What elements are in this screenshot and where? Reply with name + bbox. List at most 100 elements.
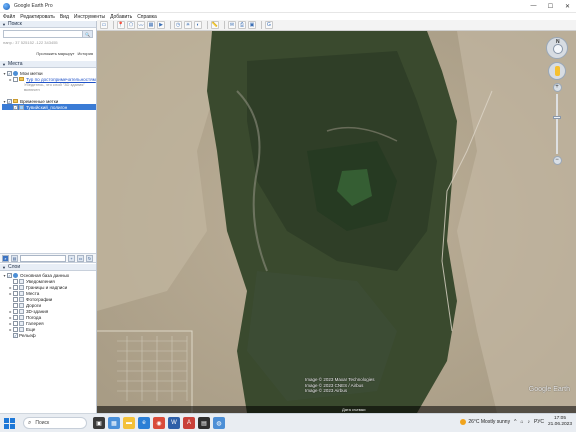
- checkbox[interactable]: [13, 320, 18, 326]
- satellite-imagery: [97, 31, 576, 413]
- places-filter-input[interactable]: [20, 254, 66, 262]
- zoom-thumb[interactable]: [553, 116, 561, 119]
- earth-map-view[interactable]: N + − Image © 2023 Maxar Technologies Im…: [97, 31, 576, 413]
- notification-icon: [19, 278, 24, 284]
- layer-row[interactable]: ✓ Рельеф: [2, 332, 96, 338]
- add-image-overlay-icon[interactable]: ▦: [147, 21, 155, 29]
- checkbox[interactable]: ✓: [7, 70, 12, 76]
- places-panel-header[interactable]: ▼ Места: [0, 61, 96, 68]
- start-button[interactable]: [4, 417, 15, 429]
- acrobat-icon[interactable]: A: [183, 417, 195, 429]
- checkbox[interactable]: ✓: [13, 332, 18, 338]
- layer-label: Уведомления: [26, 278, 55, 284]
- add-icon[interactable]: +: [68, 254, 75, 262]
- planets-icon[interactable]: ◐: [194, 21, 202, 29]
- pegman-icon[interactable]: [555, 66, 560, 76]
- zoom-track[interactable]: [553, 94, 561, 154]
- clock[interactable]: 17:05 21.06.2023: [548, 416, 572, 428]
- checkbox[interactable]: [13, 302, 18, 308]
- checkbox[interactable]: [13, 278, 18, 284]
- sidebar: ▼ Поиск 🔍 напр.: 37 525152 -122 343455 П…: [0, 21, 97, 413]
- store-icon[interactable]: ▤: [198, 417, 210, 429]
- ruler-icon[interactable]: 📏: [211, 21, 219, 29]
- widgets-icon[interactable]: ▦: [108, 417, 120, 429]
- polygon-icon: [19, 104, 24, 110]
- print-icon[interactable]: ⎙: [238, 21, 246, 29]
- add-polygon-icon[interactable]: ⬠: [127, 21, 135, 29]
- zoom-in-button[interactable]: +: [552, 83, 562, 92]
- taskbar-apps: ▣ ▦ ▬ e ◉ W A ▤ ◍: [93, 417, 225, 429]
- checkbox[interactable]: [13, 326, 18, 332]
- record-tour-icon[interactable]: ▶: [157, 21, 165, 29]
- close-button[interactable]: ✕: [559, 0, 576, 12]
- refresh-icon[interactable]: ↻: [86, 254, 93, 262]
- google-maps-icon[interactable]: G: [265, 21, 273, 29]
- more-icon: [19, 326, 24, 332]
- network-icon[interactable]: ⌂: [520, 419, 523, 425]
- checkbox[interactable]: [13, 308, 18, 314]
- menu-edit[interactable]: Редактировать: [20, 14, 55, 20]
- layer-label: Дороги: [26, 302, 42, 308]
- checkbox[interactable]: [13, 314, 18, 320]
- checkbox[interactable]: [13, 76, 18, 82]
- taskbar-search[interactable]: ⌕ Поиск: [23, 417, 87, 429]
- layers-panel-title: Слои: [7, 264, 21, 270]
- chrome-icon[interactable]: ◉: [153, 417, 165, 429]
- selected-item-label: Тувийский_полигон: [26, 104, 68, 110]
- temp-places-label: Временные метки: [20, 98, 59, 104]
- search-input[interactable]: 🔍: [3, 30, 93, 38]
- save-image-icon[interactable]: ▣: [248, 21, 256, 29]
- email-icon[interactable]: ✉: [228, 21, 236, 29]
- menu-file[interactable]: Файл: [3, 14, 15, 20]
- checkbox[interactable]: [13, 290, 18, 296]
- menu-view[interactable]: Вид: [60, 14, 69, 20]
- weather-widget[interactable]: 26°C Mostly sunny: [460, 419, 510, 425]
- google-earth-taskbar-icon[interactable]: ◍: [213, 417, 225, 429]
- historical-imagery-icon[interactable]: ◷: [174, 21, 182, 29]
- layers-panel-header[interactable]: ▼ Слои: [0, 264, 96, 271]
- edge-icon[interactable]: e: [138, 417, 150, 429]
- look-joystick[interactable]: [553, 44, 563, 54]
- route-link[interactable]: Проложить маршрут: [36, 51, 74, 56]
- tree-row-selected-polygon[interactable]: ✓ Тувийский_полигон: [2, 104, 96, 110]
- sunlight-icon[interactable]: ☀: [184, 21, 192, 29]
- sidebar-toggle-icon[interactable]: ▤: [11, 254, 18, 262]
- toolbar-separator: [113, 21, 114, 29]
- layer-label: Границы и надписи: [26, 284, 68, 290]
- move-joystick[interactable]: [548, 62, 566, 80]
- windows-logo-icon: [10, 417, 15, 423]
- folder-icon: [13, 99, 18, 103]
- checkbox[interactable]: ✓: [7, 98, 12, 104]
- zoom-slider[interactable]: + −: [552, 83, 562, 165]
- tour-link[interactable]: Тур по достопримечательностям: [26, 77, 96, 82]
- zoom-out-button[interactable]: −: [552, 156, 562, 165]
- word-icon[interactable]: W: [168, 417, 180, 429]
- weather-text: 26°C Mostly sunny: [468, 419, 511, 425]
- history-link[interactable]: История: [77, 51, 93, 56]
- compass-control[interactable]: N: [546, 37, 568, 59]
- file-explorer-icon[interactable]: ▬: [123, 417, 135, 429]
- tray-arrow-icon[interactable]: ^: [514, 419, 516, 425]
- windows-logo-icon: [4, 417, 9, 423]
- add-placemark-icon[interactable]: 📍: [117, 21, 125, 29]
- language-indicator[interactable]: РУС: [534, 419, 544, 425]
- search-button[interactable]: 🔍: [82, 31, 92, 37]
- photos-icon: [19, 296, 24, 302]
- search-places-icon[interactable]: ⌕: [2, 254, 9, 262]
- imagery-attribution: Image © 2023 Maxar Technologies Image © …: [305, 377, 375, 394]
- layers-tree: ▾ ✓ Основная база данных Уведомления ▸ Г…: [0, 271, 96, 338]
- checkbox[interactable]: [13, 284, 18, 290]
- window-controls: — ☐ ✕: [525, 0, 576, 12]
- volume-icon[interactable]: ♪: [527, 419, 530, 425]
- maximize-button[interactable]: ☐: [542, 0, 559, 12]
- search-panel-header[interactable]: ▼ Поиск: [0, 21, 96, 28]
- minimize-button[interactable]: —: [525, 0, 542, 12]
- add-path-icon[interactable]: 〰: [137, 21, 145, 29]
- checkbox[interactable]: [13, 296, 18, 302]
- hide-sidebar-icon[interactable]: ▭: [100, 21, 108, 29]
- layer-label: Еще: [26, 326, 36, 332]
- checkbox[interactable]: ✓: [7, 272, 12, 278]
- task-view-icon[interactable]: ▣: [93, 417, 105, 429]
- folder-add-icon[interactable]: ▭: [77, 254, 84, 262]
- checkbox[interactable]: ✓: [13, 104, 18, 110]
